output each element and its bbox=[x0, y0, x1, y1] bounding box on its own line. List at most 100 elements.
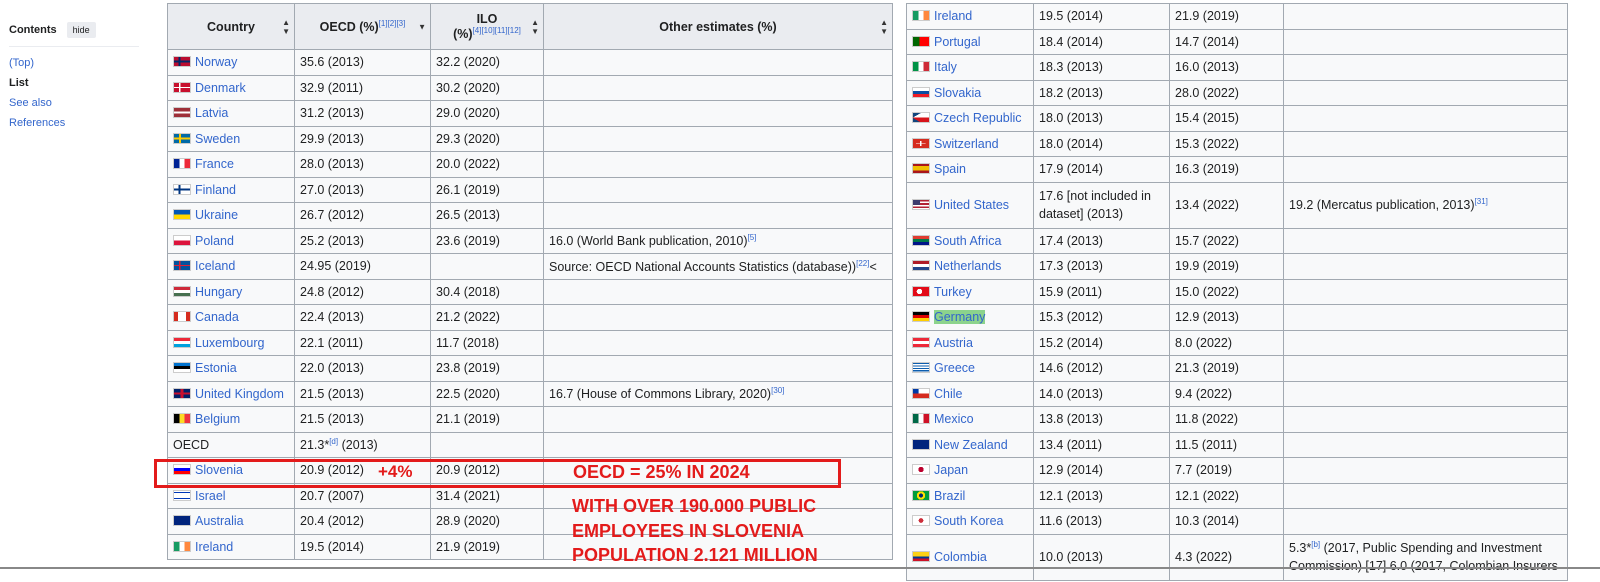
country-link[interactable]: Brazil bbox=[934, 489, 965, 503]
country-link[interactable]: Germany bbox=[934, 310, 986, 325]
oecd-cell: 12.1 (2013) bbox=[1033, 482, 1170, 509]
oecd-cell: 21.5 (2013) bbox=[294, 380, 431, 407]
sort-icon[interactable]: ▲ ▼ bbox=[282, 18, 290, 36]
other-estimates-cell: 19.2 (Mercatus publication, 2013)[31] bbox=[1283, 181, 1568, 229]
header-other-estimates[interactable]: Other estimates (%) ▲ ▼ bbox=[543, 3, 893, 50]
reference-link[interactable]: [d] bbox=[329, 437, 338, 446]
country-link[interactable]: Denmark bbox=[195, 81, 246, 95]
country-link[interactable]: Italy bbox=[934, 60, 957, 74]
table-row: Iceland 24.95 (2019) Source: OECD National… bbox=[167, 253, 893, 280]
country-link[interactable]: Latvia bbox=[195, 106, 228, 120]
country-link[interactable]: Czech Republic bbox=[934, 111, 1022, 125]
oecd-value: 25.2 (2013) bbox=[300, 233, 364, 248]
country-link[interactable]: Colombia bbox=[934, 550, 987, 564]
country-link[interactable]: Spain bbox=[934, 162, 966, 176]
header-oecd[interactable]: OECD (%)[1][2][3] ▼ bbox=[294, 3, 431, 50]
sort-icon[interactable]: ▲ ▼ bbox=[531, 18, 539, 36]
country-link[interactable]: Netherlands bbox=[934, 259, 1001, 273]
country-link[interactable]: Iceland bbox=[195, 259, 235, 273]
toc-item[interactable]: See also bbox=[9, 97, 139, 109]
toc-item[interactable]: References bbox=[9, 117, 139, 129]
country-link[interactable]: Portugal bbox=[934, 35, 981, 49]
toc-hide-button[interactable]: hide bbox=[66, 22, 96, 38]
other-estimates-cell bbox=[1283, 406, 1568, 433]
country-link[interactable]: Belgium bbox=[195, 412, 240, 426]
country-link[interactable]: Poland bbox=[195, 234, 234, 248]
other-estimates-cell bbox=[1283, 431, 1568, 458]
ilo-cell: 22.5 (2020) bbox=[430, 380, 544, 407]
oecd-value: 21.5 (2013) bbox=[300, 386, 364, 401]
oecd-value: 17.6 [not included in dataset] (2013) bbox=[1039, 188, 1151, 221]
country-link[interactable]: Chile bbox=[934, 387, 963, 401]
belgium-flag-icon bbox=[173, 413, 191, 425]
country-link[interactable]: Luxembourg bbox=[195, 336, 265, 350]
bottom-divider bbox=[0, 567, 1600, 569]
reference-link[interactable]: [31] bbox=[1475, 197, 1488, 206]
reference-link[interactable]: [30] bbox=[771, 386, 784, 395]
table-row: Ukraine 26.7 (2012) 26.5 (2013) bbox=[167, 202, 893, 229]
country-link: OECD bbox=[173, 437, 210, 452]
oecd-value: 19.5 (2014) bbox=[300, 539, 364, 554]
country-link[interactable]: Switzerland bbox=[934, 137, 999, 151]
us-flag-icon bbox=[912, 199, 930, 210]
ilo-cell: 20.0 (2022) bbox=[430, 151, 544, 178]
country-link[interactable]: Finland bbox=[195, 183, 236, 197]
denmark-flag-icon bbox=[173, 81, 191, 93]
toc-item[interactable]: List bbox=[9, 77, 139, 89]
oecd-value: 13.4 (2011) bbox=[1039, 437, 1103, 452]
other-estimates-cell bbox=[543, 304, 893, 331]
oecd-value: 12.9 (2014) bbox=[1039, 463, 1103, 478]
ilo-cell: 11.7 (2018) bbox=[430, 329, 544, 356]
country-link[interactable]: Israel bbox=[195, 489, 226, 503]
country-link[interactable]: Canada bbox=[195, 310, 239, 324]
country-link[interactable]: United States bbox=[934, 198, 1009, 212]
country-link[interactable]: South Africa bbox=[934, 234, 1001, 248]
country-cell: Italy bbox=[906, 54, 1034, 81]
other-estimates-cell: 16.7 (House of Commons Library, 2020)[30… bbox=[543, 380, 893, 407]
header-ilo[interactable]: ILO (%)[4][10][11][12] ▲ ▼ bbox=[430, 3, 544, 50]
country-link[interactable]: Norway bbox=[195, 55, 237, 69]
country-link[interactable]: Ireland bbox=[195, 540, 233, 554]
country-link[interactable]: South Korea bbox=[934, 514, 1004, 528]
table-row: Germany 15.3 (2012) 12.9 (2013) bbox=[906, 304, 1568, 331]
reference-link[interactable]: [5] bbox=[748, 233, 757, 242]
country-link[interactable]: Austria bbox=[934, 336, 973, 350]
country-cell: New Zealand bbox=[906, 431, 1034, 458]
oecd-value: 17.9 (2014) bbox=[1039, 162, 1103, 177]
oecd-cell: 29.9 (2013) bbox=[294, 125, 431, 152]
country-link[interactable]: Mexico bbox=[934, 412, 974, 426]
country-cell: Denmark bbox=[167, 74, 295, 101]
oecd-cell: 21.3*[d] (2013) bbox=[294, 431, 431, 458]
reference-link[interactable]: [22] bbox=[856, 259, 869, 268]
reference-link[interactable]: [b] bbox=[1311, 540, 1320, 549]
country-link[interactable]: Greece bbox=[934, 361, 975, 375]
country-link[interactable]: Sweden bbox=[195, 132, 240, 146]
table-row: United Kingdom 21.5 (2013) 22.5 (2020) 16.7… bbox=[167, 380, 893, 407]
oecd-value: 12.1 (2013) bbox=[1039, 488, 1103, 503]
country-cell: Czech Republic bbox=[906, 105, 1034, 132]
country-link[interactable]: New Zealand bbox=[934, 438, 1008, 452]
header-country[interactable]: Country ▲ ▼ bbox=[167, 3, 295, 50]
sort-icon[interactable]: ▼ bbox=[418, 22, 426, 31]
oecd-cell: 14.6 (2012) bbox=[1033, 355, 1170, 382]
ireland-flag-icon bbox=[173, 540, 191, 552]
country-link[interactable]: United Kingdom bbox=[195, 387, 284, 401]
country-link[interactable]: Slovakia bbox=[934, 86, 981, 100]
sort-icon[interactable]: ▲ ▼ bbox=[880, 18, 888, 36]
ilo-cell: 32.2 (2020) bbox=[430, 49, 544, 76]
country-link[interactable]: Estonia bbox=[195, 361, 237, 375]
table-row: South Africa 17.4 (2013) 15.7 (2022) bbox=[906, 227, 1568, 254]
country-link[interactable]: Hungary bbox=[195, 285, 242, 299]
country-link[interactable]: France bbox=[195, 157, 234, 171]
oecd-cell: 22.0 (2013) bbox=[294, 355, 431, 382]
oecd-cell: 18.0 (2014) bbox=[1033, 130, 1170, 157]
country-link[interactable]: Turkey bbox=[934, 285, 972, 299]
country-link[interactable]: Japan bbox=[934, 463, 968, 477]
country-link[interactable]: Ukraine bbox=[195, 208, 238, 222]
country-link[interactable]: Australia bbox=[195, 514, 244, 528]
italy-flag-icon bbox=[912, 61, 930, 73]
toc-item[interactable]: (Top) bbox=[9, 57, 139, 69]
country-link[interactable]: Ireland bbox=[934, 9, 972, 23]
ilo-cell bbox=[430, 431, 544, 458]
other-estimates-cell bbox=[1283, 482, 1568, 509]
